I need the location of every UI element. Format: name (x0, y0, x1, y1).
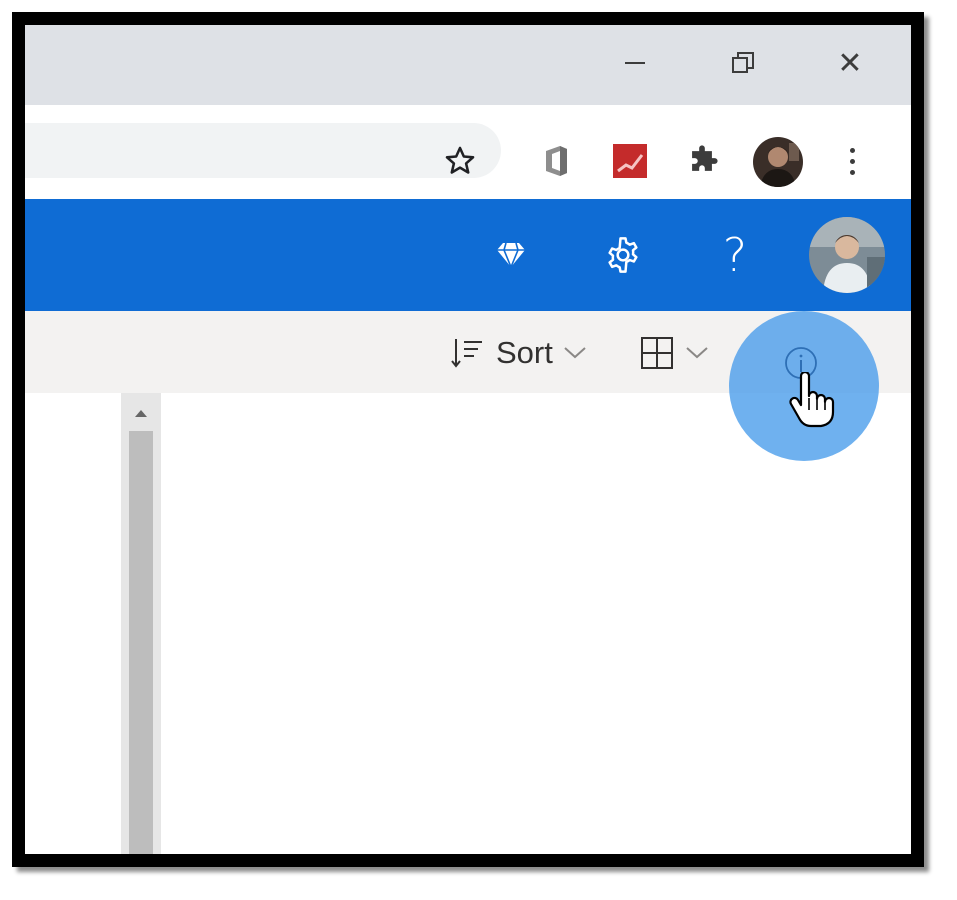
account-avatar[interactable] (809, 217, 885, 293)
help-icon[interactable]: ? (707, 227, 763, 283)
scroll-up-icon[interactable] (129, 403, 153, 423)
star-icon[interactable] (438, 139, 482, 183)
hand-pointer-icon (787, 370, 837, 428)
minimize-icon[interactable] (615, 43, 655, 83)
kebab-menu-icon[interactable] (837, 139, 867, 183)
outlook-header: ? (25, 199, 911, 311)
restore-icon[interactable] (723, 43, 763, 83)
chevron-down-icon (686, 347, 708, 359)
folder-pane (25, 393, 121, 854)
red-extension-icon[interactable] (608, 139, 652, 183)
office-icon[interactable] (534, 139, 578, 183)
sort-label: Sort (496, 335, 553, 370)
chevron-down-icon (564, 347, 586, 359)
view-button[interactable] (639, 329, 709, 377)
sort-icon (451, 339, 482, 368)
address-bar[interactable] (25, 123, 501, 178)
scrollbar-thumb[interactable] (129, 431, 153, 854)
close-icon[interactable]: ✕ (830, 43, 870, 83)
gear-icon[interactable] (595, 227, 651, 283)
puzzle-icon[interactable] (680, 139, 724, 183)
grid-icon (641, 337, 673, 369)
message-list-area (161, 393, 911, 854)
chrome-profile-avatar[interactable] (753, 137, 803, 187)
diamond-icon[interactable] (483, 227, 539, 283)
sort-button[interactable]: Sort (450, 329, 587, 377)
screenshot-frame: ✕ ? Sort (12, 12, 924, 867)
browser-toolbar (25, 105, 911, 199)
browser-title-bar: ✕ (25, 25, 911, 105)
